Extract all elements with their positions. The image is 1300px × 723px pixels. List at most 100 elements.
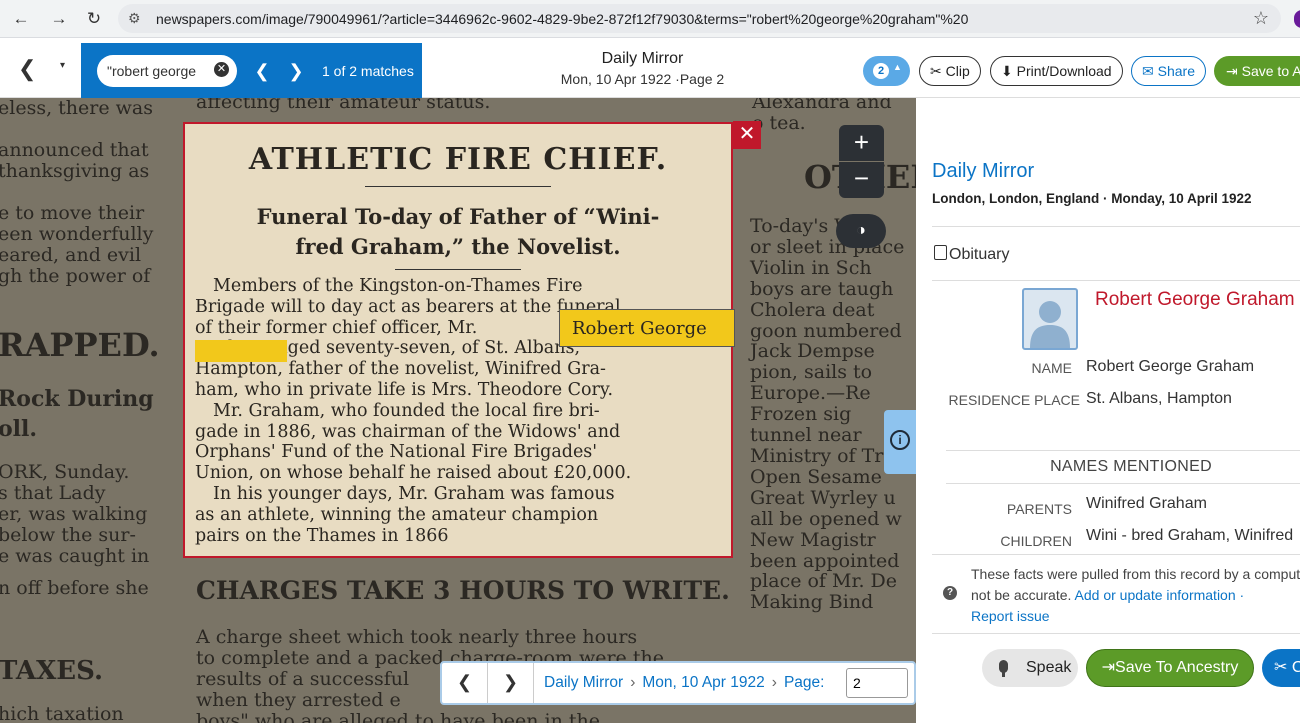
breadcrumb-date[interactable]: Mon, 10 Apr 1922 [642, 674, 764, 691]
article-line: Orphans' Fund of the National Fire Briga… [195, 442, 598, 463]
search-highlight-graham [195, 340, 287, 362]
save-icon: ⇥ [1226, 63, 1238, 79]
browser-forward-icon[interactable]: → [47, 7, 71, 31]
speak-button[interactable]: Speak [982, 649, 1078, 687]
mail-icon: ✉ [1142, 63, 1154, 79]
bg-headline-rapped: RAPPED. [0, 326, 160, 364]
field-label-residence: RESIDENCE PLACE [948, 392, 1080, 408]
print-download-button[interactable]: ⬇ Print/Download [990, 56, 1123, 86]
previous-match-button[interactable]: ❮ [246, 55, 278, 87]
article-line: Hampton, father of the novelist, Winifre… [195, 359, 606, 380]
browser-toolbar: ← → ↻ ⚙ newspapers.com/image/790049961/?… [0, 0, 1300, 38]
clip-icon: ✂ [1274, 659, 1288, 676]
bg-column-right: To-day's Wea or sleet in place Violin in… [750, 215, 905, 614]
bg-last-line: hich taxation [0, 703, 124, 723]
bg-column-left-2: ORK, Sunday. s that Lady er, was walking… [0, 461, 150, 599]
menu-caret-icon[interactable]: ▾ [60, 60, 65, 71]
clip-label: Clip [945, 63, 970, 79]
browser-back-icon[interactable]: ← [9, 7, 33, 31]
divider [932, 226, 1300, 227]
report-issue-link[interactable]: Report issue [971, 608, 1050, 624]
clippings-count: 2 [873, 63, 889, 79]
contrast-icon[interactable]: ◑ [836, 214, 886, 248]
reload-icon[interactable]: ↻ [82, 7, 106, 31]
bg-headline-charges: CHARGES TAKE 3 HOURS TO WRITE. [196, 576, 730, 605]
headline-divider [365, 186, 551, 187]
url-text[interactable]: newspapers.com/image/790049961/?article=… [156, 11, 1236, 27]
paper-date: Mon, 10 Apr 1922 ·Page 2 [560, 71, 725, 87]
share-label: Share [1157, 63, 1195, 79]
profile-avatar[interactable] [1294, 10, 1300, 28]
panel-paper-title[interactable]: Daily Mirror [932, 160, 1034, 183]
speak-label: Speak [1026, 659, 1072, 676]
site-info-icon[interactable]: ⚙ [128, 10, 141, 27]
divider [946, 450, 1300, 451]
save-to-ancestry-label: Save To Ancestry [1115, 659, 1239, 676]
match-count: 1 of 2 matches [322, 63, 414, 79]
bg-column-left: eless, there was announced that thanksgi… [0, 98, 154, 287]
bookmark-star-icon[interactable]: ☆ [1253, 8, 1269, 29]
clip-button[interactable]: ✂ Clip [919, 56, 981, 86]
save-icon: ⇥ [1101, 659, 1116, 676]
zoom-in-button[interactable]: + [839, 125, 884, 161]
article-line: ham, who in private life is Mrs. Theodor… [195, 379, 614, 400]
breadcrumb-separator: › [630, 674, 636, 691]
divider [932, 554, 1300, 555]
info-panel-toggle[interactable]: i [884, 410, 916, 474]
article-subheadline: Funeral To-day of Father of “Wini- fred … [256, 204, 660, 259]
clip-panel-label: C [1291, 659, 1300, 676]
page-number-input[interactable] [846, 668, 908, 698]
save-label: Save to A [1241, 63, 1300, 79]
download-icon: ⬇ [1001, 63, 1013, 79]
divider [946, 483, 1300, 484]
next-page-button[interactable]: ❯ [488, 663, 534, 703]
address-bar[interactable]: ⚙ newspapers.com/image/790049961/?articl… [118, 4, 1281, 33]
article-line: pairs on the Thames in 1866 [195, 525, 449, 546]
caret-up-icon: ▲ [893, 62, 902, 72]
divider [932, 280, 1300, 281]
add-update-info-link[interactable]: Add or update information · [1075, 587, 1245, 603]
share-button[interactable]: ✉ Share [1131, 56, 1206, 86]
article-line: as an athlete, winning the amateur champ… [195, 504, 599, 525]
breadcrumb-paper[interactable]: Daily Mirror [544, 674, 623, 691]
save-to-ancestry-panel-button[interactable]: ⇥Save To Ancestry [1086, 649, 1254, 687]
article-headline: ATHLETIC FIRE CHIEF. [248, 142, 668, 177]
article-line: Mr. Graham, who founded the local fire b… [213, 400, 600, 421]
article-line: Members of the Kingston-on-Thames Fire [213, 276, 583, 296]
field-label-children: CHILDREN [1000, 533, 1072, 549]
field-value-residence: St. Albans, Hampton [1086, 390, 1232, 407]
clippings-count-badge[interactable]: 2 ▲ [863, 56, 910, 86]
article-line: In his younger days, Mr. Graham was famo… [213, 483, 615, 504]
breadcrumb-separator: › [771, 674, 777, 691]
breadcrumb-page-label: Page: [783, 674, 825, 691]
clip-panel-button[interactable]: ✂ C [1262, 649, 1300, 687]
zoom-out-button[interactable]: − [839, 162, 884, 198]
person-avatar [1022, 288, 1078, 350]
next-match-button[interactable]: ❯ [280, 55, 312, 87]
search-highlight[interactable]: Robert George [559, 309, 735, 347]
subhead-divider [395, 269, 521, 270]
article-line: Union, on whose behalf he raised about £… [195, 463, 632, 484]
help-icon[interactable]: ? [943, 586, 957, 600]
search-panel: ✕ ❮ ❯ 1 of 2 matches [81, 43, 422, 99]
field-value-children: Wini - bred Graham, Winifred [1086, 527, 1294, 544]
bg-headline-rock: Rock During [0, 386, 154, 412]
page-breadcrumb: Daily Mirror › Mon, 10 Apr 1922 › Page: [544, 674, 824, 692]
back-chevron-icon[interactable]: ❮ [18, 56, 36, 82]
field-label-name: NAME [1031, 360, 1072, 376]
save-to-ancestry-button[interactable]: ⇥ Save to A [1214, 56, 1300, 86]
person-silhouette-icon [1030, 301, 1070, 348]
names-mentioned-heading: NAMES MENTIONED [1050, 458, 1212, 475]
person-name[interactable]: Robert George Graham [1095, 289, 1295, 311]
page-navigator: ❮ ❯ Daily Mirror › Mon, 10 Apr 1922 › Page: [440, 661, 916, 705]
close-clip-icon[interactable]: ✕ [733, 121, 761, 149]
field-value-parents: Winifred Graham [1086, 495, 1207, 512]
record-panel: Daily Mirror London, London, England · M… [916, 98, 1300, 723]
newspaper-viewer[interactable]: eless, there was announced that thanksgi… [0, 98, 916, 723]
clear-search-icon[interactable]: ✕ [214, 62, 229, 77]
record-category: Obituary [934, 244, 1009, 264]
previous-page-button[interactable]: ❮ [442, 663, 488, 703]
obituary-icon [934, 245, 947, 260]
article-clip[interactable]: ATHLETIC FIRE CHIEF. Funeral To-day of F… [183, 122, 735, 558]
category-label: Obituary [949, 246, 1010, 263]
